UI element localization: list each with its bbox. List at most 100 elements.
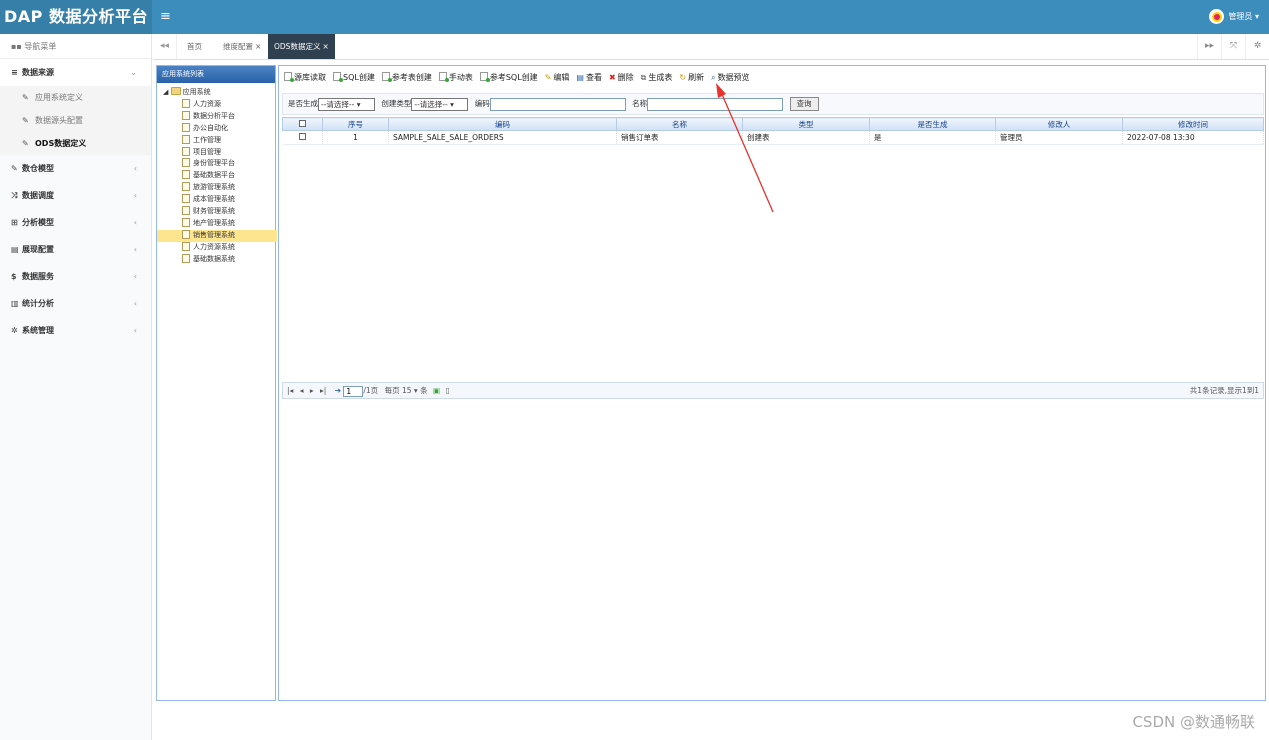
- name-input[interactable]: [647, 97, 784, 111]
- tree-title: 应用系统列表: [157, 66, 275, 83]
- tree-node[interactable]: 人力资源系统: [163, 241, 275, 254]
- toolbar-db-read-button[interactable]: 源库读取: [284, 72, 326, 82]
- refresh-icon: ↻: [679, 73, 687, 82]
- generated-select[interactable]: --请选择-- ▾: [318, 97, 375, 111]
- tree-node[interactable]: 旅游管理系统: [163, 182, 275, 194]
- tab-bar: ◂◂ 首页 维度配置 × ODS数据定义 × ▸▸ ⤧ ✲: [153, 34, 1269, 60]
- pencil-icon: ✎: [22, 116, 29, 125]
- checkbox[interactable]: [299, 119, 306, 127]
- per-page-unit: 条: [420, 386, 428, 395]
- sidebar-item-source-config[interactable]: ✎ 数据源头配置: [0, 109, 151, 132]
- sidebar-item-data-service[interactable]: $ 数据服务 ‹: [0, 263, 151, 290]
- tab-home[interactable]: 首页: [181, 34, 208, 59]
- sidebar-item-ods-definition[interactable]: ✎ ODS数据定义: [0, 132, 151, 155]
- toolbar-edit-button[interactable]: ✎ 编辑: [545, 73, 570, 82]
- chevron-left-icon: ‹: [133, 326, 137, 335]
- tree-node[interactable]: 财务管理系统: [163, 206, 275, 218]
- sidebar-item-warehouse[interactable]: ✎ 数仓模型 ‹: [0, 155, 151, 182]
- checkbox[interactable]: [298, 133, 306, 140]
- tree-node[interactable]: 数据分析平台: [163, 110, 275, 123]
- filter-bar: 是否生成 --请选择-- ▾ 创建类型 --请选择-- ▾ 编码 名称 查询: [282, 93, 1264, 115]
- page-number-input[interactable]: 1: [343, 385, 364, 397]
- cell-modifier: 管理员: [995, 130, 1123, 145]
- sidebar-item-app-system[interactable]: ✎ 应用系统定义: [0, 86, 151, 109]
- toolbar-manual-table-button[interactable]: 手动表: [438, 72, 473, 82]
- expand-icon[interactable]: ◢: [163, 88, 171, 96]
- tree-node[interactable]: 地产管理系统: [163, 217, 275, 230]
- chevron-left-icon: ‹: [133, 164, 137, 173]
- sidebar-item-analysis-model[interactable]: ⊞ 分析模型 ‹: [0, 209, 151, 236]
- tree-node[interactable]: 项目管理: [163, 146, 275, 159]
- first-page-icon[interactable]: |◂: [287, 386, 293, 395]
- go-page-icon[interactable]: ➔: [335, 386, 341, 395]
- print-icon[interactable]: ▯: [445, 386, 449, 395]
- settings-icon[interactable]: ✲: [1245, 34, 1269, 59]
- file-icon: [182, 134, 190, 144]
- create-type-select[interactable]: --请选择-- ▾: [411, 97, 469, 111]
- column-header[interactable]: 类型: [742, 117, 870, 131]
- per-page-select[interactable]: 15 ▾: [402, 386, 418, 395]
- file-icon: [182, 122, 190, 132]
- generated-label: 是否生成: [288, 99, 318, 108]
- last-page-icon[interactable]: ▸|: [320, 386, 326, 395]
- tab-scroll-left-icon[interactable]: ◂◂: [153, 34, 177, 59]
- sidebar-item-display-config[interactable]: ▤ 展现配置 ‹: [0, 236, 151, 263]
- select-all-header[interactable]: [282, 117, 323, 131]
- cell-type: 创建表: [742, 130, 870, 145]
- prev-page-icon[interactable]: ◂: [300, 386, 304, 395]
- file-icon: [182, 241, 190, 251]
- fullscreen-icon[interactable]: ⤧: [1221, 34, 1245, 59]
- column-header[interactable]: 名称: [616, 117, 743, 131]
- file-icon: [182, 217, 190, 227]
- column-header[interactable]: 是否生成: [869, 117, 996, 131]
- ref-sql-icon: [479, 72, 490, 82]
- toolbar-sql-button[interactable]: SQL创建: [333, 72, 375, 82]
- toolbar-ref-sql-button[interactable]: 参考SQL创建: [479, 72, 538, 82]
- table-row[interactable]: 1 SAMPLE_SALE_SALE_ORDERS 销售订单表 创建表 是 管理…: [282, 130, 1264, 145]
- column-header[interactable]: 编码: [388, 117, 617, 131]
- bar-chart-icon: ▥: [11, 299, 19, 308]
- column-header[interactable]: 修改时间: [1122, 117, 1264, 131]
- tree-node[interactable]: 基础数据平台: [163, 170, 275, 182]
- tab-dimension-config[interactable]: 维度配置 ×: [217, 34, 267, 59]
- cell-modified-time: 2022-07-08 13:30: [1122, 130, 1264, 145]
- sidebar-item-statistics[interactable]: ▥ 统计分析 ‹: [0, 290, 151, 317]
- watermark: CSDN @数通畅联: [1132, 713, 1255, 731]
- brand-logo[interactable]: DAP 数据分析平台: [0, 0, 152, 34]
- column-header[interactable]: 修改人: [995, 117, 1123, 131]
- code-input[interactable]: [489, 97, 626, 111]
- toolbar-view-button[interactable]: ▤ 查看: [576, 73, 602, 82]
- create-type-label: 创建类型: [381, 99, 412, 108]
- tree-node[interactable]: 身份管理平台: [163, 158, 275, 170]
- toolbar-ref-table-button[interactable]: 参考表创建: [381, 72, 432, 82]
- query-button[interactable]: 查询: [789, 97, 819, 111]
- tab-ods-definition[interactable]: ODS数据定义 ×: [268, 34, 335, 59]
- model-icon: ✎: [11, 164, 18, 173]
- export-excel-icon[interactable]: ▣: [433, 386, 440, 395]
- per-page-label: 每页: [384, 386, 400, 395]
- close-icon[interactable]: ×: [322, 42, 328, 51]
- toolbar-preview-button[interactable]: ⌕ 数据预览: [711, 73, 749, 82]
- tree-node[interactable]: 基础数据系统: [163, 253, 275, 266]
- column-header[interactable]: 序号: [322, 117, 389, 131]
- sitemap-icon: ⊞: [11, 218, 18, 227]
- tree-node[interactable]: 人力资源: [163, 98, 275, 111]
- tree-node[interactable]: 办公自动化: [163, 122, 275, 135]
- tree-node[interactable]: 销售管理系统: [157, 229, 277, 242]
- sidebar-item-system[interactable]: ✲ 系统管理 ‹: [0, 317, 151, 344]
- tree-node[interactable]: 工作管理: [163, 134, 275, 147]
- sidebar-item-scheduling[interactable]: ⤨ 数据调度 ‹: [0, 182, 151, 209]
- menu-toggle-icon[interactable]: ≡: [160, 9, 171, 24]
- next-page-icon[interactable]: ▸: [310, 386, 314, 395]
- user-menu[interactable]: 管理员 ▾: [1209, 9, 1259, 24]
- tree-root[interactable]: ◢ 应用系统: [163, 87, 275, 99]
- toolbar-delete-button[interactable]: ✖ 删除: [609, 73, 634, 82]
- row-select[interactable]: [282, 130, 323, 145]
- close-icon[interactable]: ×: [255, 42, 261, 51]
- tab-scroll-right-icon[interactable]: ▸▸: [1197, 34, 1221, 59]
- nav-title: ▪▪ 导航菜单: [0, 34, 151, 59]
- sidebar-item-data-source[interactable]: ≡ 数据来源 ⌄: [0, 59, 151, 86]
- toolbar-generate-table-button[interactable]: ⧉ 生成表: [641, 73, 673, 82]
- toolbar-refresh-button[interactable]: ↻ 刷新: [679, 73, 704, 82]
- tree-node[interactable]: 成本管理系统: [163, 194, 275, 206]
